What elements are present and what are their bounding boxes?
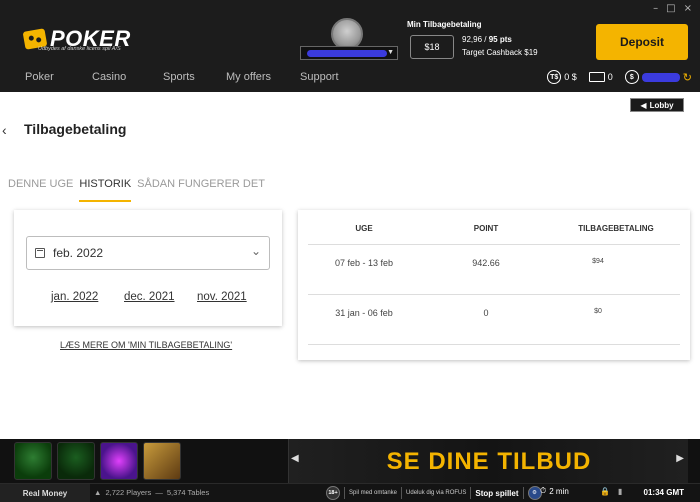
column-header-points: POINT [473, 224, 499, 233]
play-responsibly-link[interactable]: Spil med omtanke [349, 490, 397, 496]
username-redacted [307, 50, 387, 57]
age-badge: 18+ [326, 486, 340, 500]
nav-item-my-offers[interactable]: My offers [226, 71, 271, 83]
tab-history[interactable]: HISTORIK [79, 178, 132, 202]
game-thumb-starburst[interactable] [100, 442, 138, 480]
row-divider [308, 294, 680, 295]
tournament-dollars-icon: T$ [547, 70, 562, 84]
close-icon[interactable]: × [684, 3, 692, 14]
nav-item-poker[interactable]: Poker [25, 71, 54, 83]
tab-this-week[interactable]: DENNE UGE [8, 178, 73, 202]
account-status: T$ 0 $ 0 $ ↻ [547, 70, 692, 84]
status-bar: Real Money ▲ 2,722 Players — 5,374 Table… [0, 483, 700, 502]
game-thumb-european-roulette[interactable] [14, 442, 52, 480]
points-current: 92,96 [462, 35, 483, 44]
system-icons: 🔒 ▮ [600, 487, 622, 496]
session-duration: 2 min [549, 486, 569, 496]
maximize-icon[interactable]: □ [666, 3, 675, 14]
month-link-dec-2021[interactable]: dec. 2021 [124, 291, 175, 303]
real-money-mode[interactable]: Real Money [0, 484, 90, 502]
cashback-tabs: DENNE UGE HISTORIK SÅDAN FUNGERER DET [8, 178, 271, 202]
players-info: ▲ 2,722 Players — 5,374 Tables [94, 488, 210, 497]
lobby-label: Lobby [649, 100, 674, 110]
month-select[interactable]: feb. 2022 ⌄ [26, 236, 270, 270]
deposit-button[interactable]: Deposit [596, 24, 688, 60]
row-divider [308, 244, 680, 245]
games-banner: ◀ SE DINE TILBUD ▶ [0, 439, 700, 483]
rofus-link[interactable]: Udeluk dig via ROFUS [406, 490, 466, 496]
lobby-button[interactable]: ◀ Lobby [630, 98, 684, 112]
minimize-icon[interactable]: – [653, 3, 658, 14]
nav-item-support[interactable]: Support [300, 71, 339, 83]
month-select-value: feb. 2022 [53, 246, 104, 260]
username-dropdown[interactable]: ▼ [300, 46, 398, 60]
calendar-icon [35, 248, 45, 258]
month-link-nov-2021[interactable]: nov. 2021 [197, 291, 247, 303]
cashback-target: Target Cashback $19 [462, 48, 538, 57]
column-header-week: UGE [355, 224, 373, 233]
tournament-tickets-value: 0 [607, 72, 613, 82]
tickets-value: 0 $ [564, 72, 577, 82]
connection-icon: ▮ [617, 487, 623, 496]
window-controls: – □ × [653, 3, 692, 14]
timer-icon: ⏱ [540, 486, 547, 495]
promo-banner[interactable]: ◀ SE DINE TILBUD ▶ [288, 439, 688, 483]
back-arrow-icon: ◀ [640, 100, 647, 110]
cashback-title: Min Tilbagebetaling [407, 20, 482, 29]
cell-week: 07 feb - 13 feb [334, 258, 394, 268]
chevron-down-icon: ⌄ [250, 244, 261, 258]
chevron-up-icon[interactable]: ▲ [94, 488, 101, 497]
chevron-right-icon[interactable]: ▶ [676, 453, 684, 464]
players-count: 2,722 Players [105, 488, 152, 497]
cashback-points: 92,96 / 95 pts [462, 35, 512, 44]
cell-points: 942.66 [472, 258, 500, 268]
cashback-amount: $18 [410, 35, 454, 59]
main-nav: Poker Casino Sports My offers Support T$… [0, 66, 700, 92]
read-more-link[interactable]: LÆS MERE OM 'MIN TILBAGEBETALING' [60, 340, 232, 350]
tab-how-it-works[interactable]: SÅDAN FUNGERER DET [137, 178, 265, 202]
clock: 01:34 GMT [643, 488, 684, 497]
balance-status[interactable]: $ ↻ [624, 70, 692, 84]
promo-text: SE DINE TILBUD [386, 448, 592, 475]
month-link-jan-2022[interactable]: jan. 2022 [51, 291, 98, 303]
points-target: 95 pts [488, 35, 512, 44]
tournament-tickets-status[interactable]: 0 [588, 72, 613, 82]
chevron-down-icon: ▼ [387, 49, 394, 56]
cashback-page: ◀ Lobby ‹ Tilbagebetaling DENNE UGE HIST… [0, 92, 700, 439]
lock-icon: 🔒 [600, 487, 610, 496]
logo-subtitle: Udbydes af danske licens spil A/S [38, 46, 121, 52]
dollar-icon: $ [624, 70, 639, 84]
app-header: – □ × POKER Udbydes af danske licens spi… [0, 0, 700, 92]
session-timer: ⏱ 2 min [540, 486, 569, 496]
page-title: Tilbagebetaling [24, 121, 127, 137]
cell-points: 0 [483, 308, 489, 318]
cell-cashback: $94 [592, 258, 604, 265]
tickets-status[interactable]: T$ 0 $ [547, 70, 577, 84]
stop-game-link[interactable]: Stop spillet [475, 489, 518, 498]
game-thumb-blackjack[interactable] [57, 442, 95, 480]
back-icon[interactable]: ‹ [2, 122, 7, 138]
responsible-gaming-bar: 18+ Spil med omtanke Udeluk dig via ROFU… [326, 486, 542, 500]
column-header-cashback: TILBAGEBETALING [578, 224, 654, 233]
refresh-icon[interactable]: ↻ [683, 71, 692, 84]
history-table: UGE POINT TILBAGEBETALING 07 feb - 13 fe… [298, 210, 690, 360]
tables-count: 5,374 Tables [166, 488, 210, 497]
nav-item-casino[interactable]: Casino [92, 71, 126, 83]
game-thumb-book-of-dead[interactable] [143, 442, 181, 480]
ticket-icon [588, 72, 605, 82]
cell-week: 31 jan - 06 feb [335, 308, 393, 318]
balance-redacted [641, 72, 680, 82]
nav-item-sports[interactable]: Sports [163, 71, 195, 83]
row-divider [308, 344, 680, 345]
month-panel: feb. 2022 ⌄ jan. 2022 dec. 2021 nov. 202… [14, 210, 282, 326]
cell-cashback: $0 [594, 308, 602, 315]
